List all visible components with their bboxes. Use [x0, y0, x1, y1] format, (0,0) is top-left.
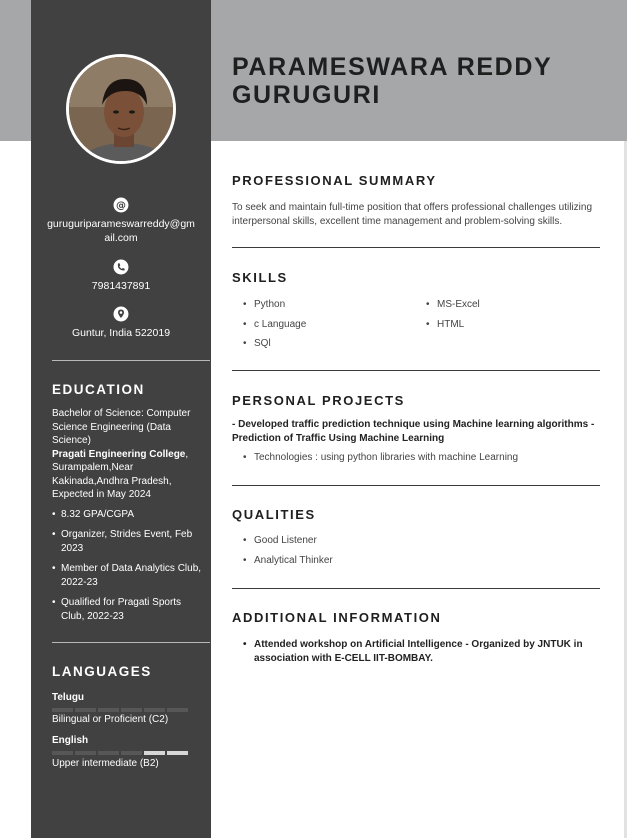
language-rating-segment	[75, 751, 96, 755]
skills-list-right: MS-Excel HTML	[426, 298, 586, 337]
phone-icon	[113, 259, 129, 275]
section-divider	[232, 370, 600, 371]
education-highlight: Member of Data Analytics Club, 2022-23	[52, 562, 202, 589]
profile-photo	[66, 54, 176, 164]
name-line: GURUGURI	[232, 81, 381, 109]
language-rating-segment	[52, 708, 73, 712]
language-rating-segment	[167, 708, 188, 712]
education-highlight: Qualified for Pragati Sports Club, 2022-…	[52, 596, 202, 623]
language-rating-segment	[121, 708, 142, 712]
education-college-separator: ,	[185, 448, 189, 460]
language-rating-bar	[52, 708, 188, 712]
project-details: Technologies : using python libraries wi…	[243, 451, 603, 471]
languages-heading: LANGUAGES	[52, 664, 152, 679]
skill-item: Python	[243, 298, 403, 312]
skills-list-left: Python c Language SQl	[243, 298, 403, 357]
language-level: Bilingual or Proficient (C2)	[52, 714, 169, 725]
section-divider	[232, 588, 600, 589]
language-rating-segment	[121, 751, 142, 755]
phone-text: 7981437891	[91, 280, 151, 292]
summary-heading: PROFESSIONAL SUMMARY	[232, 173, 437, 188]
svg-text:@: @	[116, 201, 126, 212]
profile-photo-illustration	[69, 57, 173, 161]
language-rating-segment	[144, 751, 165, 755]
qualities-list: Good Listener Analytical Thinker	[243, 534, 543, 573]
contact-location: Guntur, India 522019	[31, 306, 211, 340]
name-line: PARAMESWARA REDDY	[232, 53, 553, 81]
education-college: Pragati Engineering College	[52, 448, 186, 460]
language-rating-segment	[52, 751, 73, 755]
contact-email: @ guruguriparameswarreddy@gmail.com	[31, 197, 211, 245]
education-school: Pragati Engineering College, Surampalem,…	[52, 448, 202, 489]
quality-item: Analytical Thinker	[243, 554, 543, 568]
language-rating-segment	[98, 708, 119, 712]
project-title: - Developed traffic prediction technique…	[232, 419, 595, 444]
sidebar-divider	[52, 360, 210, 361]
education-highlights: 8.32 GPA/CGPA Organizer, Strides Event, …	[52, 508, 202, 624]
skill-item: MS-Excel	[426, 298, 586, 312]
quality-item: Good Listener	[243, 534, 543, 548]
skill-item: HTML	[426, 318, 586, 332]
sidebar: @ guruguriparameswarreddy@gmail.com 7981…	[31, 0, 211, 838]
summary-text: To seek and maintain full-time position …	[232, 202, 593, 227]
sidebar-divider	[52, 642, 210, 643]
qualities-heading: QUALITIES	[232, 507, 316, 522]
email-icon: @	[113, 197, 129, 213]
language-rating-bar	[52, 751, 188, 755]
candidate-name: PARAMESWARA REDDY GURUGURI	[232, 53, 612, 109]
education-degree: Bachelor of Science: Computer Science En…	[52, 408, 191, 446]
location-text: Guntur, India 522019	[71, 327, 171, 339]
education-location: Surampalem,Near Kakinada,Andhra Pradesh,	[52, 462, 172, 487]
education-heading: EDUCATION	[52, 382, 145, 397]
contact-phone: 7981437891	[31, 259, 211, 293]
skill-item: SQl	[243, 337, 403, 351]
email-text: guruguriparameswarreddy@gmail.com	[47, 218, 195, 244]
language-rating-segment	[167, 751, 188, 755]
language-rating-segment	[144, 708, 165, 712]
additional-list: Attended workshop on Artificial Intellig…	[243, 638, 593, 671]
education-highlight: 8.32 GPA/CGPA	[52, 508, 202, 522]
language-rating-segment	[75, 708, 96, 712]
projects-heading: PERSONAL PROJECTS	[232, 393, 405, 408]
language-rating-segment	[98, 751, 119, 755]
location-pin-icon	[113, 306, 129, 322]
additional-heading: ADDITIONAL INFORMATION	[232, 610, 442, 625]
additional-item: Attended workshop on Artificial Intellig…	[243, 638, 593, 665]
language-name: Telugu	[52, 692, 85, 703]
skills-heading: SKILLS	[232, 270, 288, 285]
language-level: Upper intermediate (B2)	[52, 758, 159, 769]
skill-item: c Language	[243, 318, 403, 332]
education-entry: Bachelor of Science: Computer Science En…	[52, 407, 202, 630]
section-divider	[232, 247, 600, 248]
education-highlight: Organizer, Strides Event, Feb 2023	[52, 528, 202, 555]
language-name: English	[52, 735, 89, 746]
education-expected: Expected in May 2024	[52, 489, 151, 500]
project-detail: Technologies : using python libraries wi…	[243, 451, 603, 465]
section-divider	[232, 485, 600, 486]
